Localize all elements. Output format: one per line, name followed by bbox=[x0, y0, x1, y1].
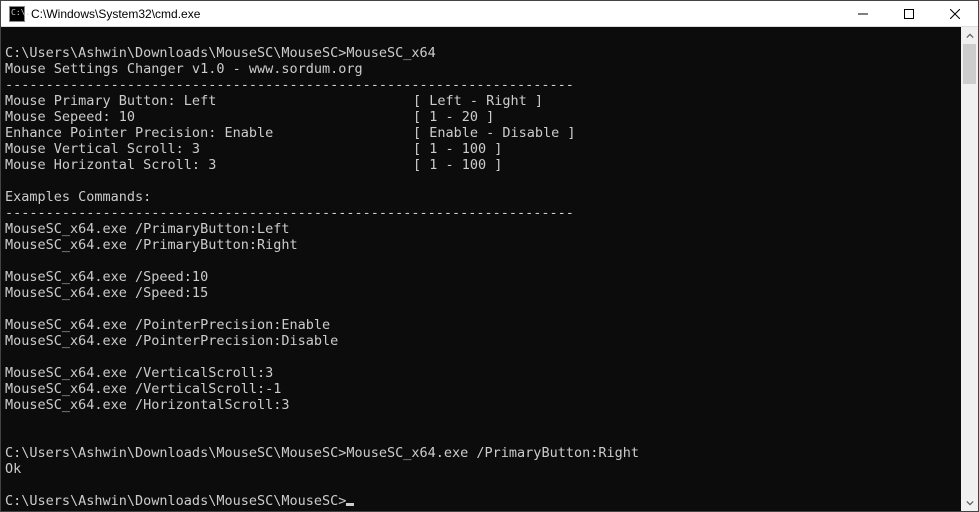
separator: ----------------------------------------… bbox=[5, 77, 957, 93]
blank-line bbox=[5, 349, 957, 365]
scroll-thumb[interactable] bbox=[963, 44, 976, 84]
prompt-path: C:\Users\Ashwin\Downloads\MouseSC\MouseS… bbox=[5, 493, 346, 509]
example-line: MouseSC_x64.exe /VerticalScroll:-1 bbox=[5, 381, 957, 397]
console-output[interactable]: C:\Users\Ashwin\Downloads\MouseSC\MouseS… bbox=[1, 27, 961, 511]
vertical-scrollbar[interactable] bbox=[961, 27, 978, 511]
cmd-window: C:\. C:\Windows\System32\cmd.exe C:\User… bbox=[0, 0, 979, 512]
setting-range: [ 1 - 100 ] bbox=[413, 157, 502, 173]
setting-hscroll: Mouse Horizontal Scroll: 3[ 1 - 100 ] bbox=[5, 157, 957, 173]
setting-label: Mouse Vertical Scroll: 3 bbox=[5, 141, 413, 157]
scroll-down-arrow-icon[interactable] bbox=[961, 494, 978, 511]
example-line: MouseSC_x64.exe /Speed:15 bbox=[5, 285, 957, 301]
separator: ----------------------------------------… bbox=[5, 205, 957, 221]
example-line: MouseSC_x64.exe /PointerPrecision:Enable bbox=[5, 317, 957, 333]
blank-line bbox=[5, 429, 957, 445]
blank-line bbox=[5, 173, 957, 189]
minimize-button[interactable] bbox=[840, 1, 886, 26]
example-line: MouseSC_x64.exe /PointerPrecision:Disabl… bbox=[5, 333, 957, 349]
command-text: MouseSC_x64 bbox=[346, 45, 435, 61]
examples-header: Examples Commands: bbox=[5, 189, 957, 205]
command-result: Ok bbox=[5, 461, 957, 477]
setting-range: [ Left - Right ] bbox=[413, 93, 543, 109]
example-line: MouseSC_x64.exe /Speed:10 bbox=[5, 269, 957, 285]
blank-line bbox=[5, 413, 957, 429]
cmd-icon: C:\. bbox=[9, 6, 25, 22]
prompt-current: C:\Users\Ashwin\Downloads\MouseSC\MouseS… bbox=[5, 493, 957, 509]
titlebar[interactable]: C:\. C:\Windows\System32\cmd.exe bbox=[1, 1, 978, 27]
prompt-path: C:\Users\Ashwin\Downloads\MouseSC\MouseS… bbox=[5, 45, 346, 61]
setting-range: [ 1 - 100 ] bbox=[413, 141, 502, 157]
console-area: C:\Users\Ashwin\Downloads\MouseSC\MouseS… bbox=[1, 27, 978, 511]
close-button[interactable] bbox=[932, 1, 978, 26]
setting-speed: Mouse Sepeed: 10[ 1 - 20 ] bbox=[5, 109, 957, 125]
cursor-icon bbox=[346, 503, 354, 506]
prompt-line: C:\Users\Ashwin\Downloads\MouseSC\MouseS… bbox=[5, 445, 957, 461]
setting-label: Mouse Primary Button: Left bbox=[5, 93, 413, 109]
example-line: MouseSC_x64.exe /PrimaryButton:Right bbox=[5, 237, 957, 253]
setting-label: Enhance Pointer Precision: Enable bbox=[5, 125, 413, 141]
setting-range: [ Enable - Disable ] bbox=[413, 125, 576, 141]
blank-line bbox=[5, 301, 957, 317]
setting-primary: Mouse Primary Button: Left[ Left - Right… bbox=[5, 93, 957, 109]
blank-line bbox=[5, 253, 957, 269]
app-header: Mouse Settings Changer v1.0 - www.sordum… bbox=[5, 61, 957, 77]
command-text: MouseSC_x64.exe /PrimaryButton:Right bbox=[346, 445, 639, 461]
setting-label: Mouse Horizontal Scroll: 3 bbox=[5, 157, 413, 173]
example-line: MouseSC_x64.exe /HorizontalScroll:3 bbox=[5, 397, 957, 413]
example-line: MouseSC_x64.exe /PrimaryButton:Left bbox=[5, 221, 957, 237]
console-line bbox=[5, 29, 957, 45]
prompt-path: C:\Users\Ashwin\Downloads\MouseSC\MouseS… bbox=[5, 445, 346, 461]
window-title: C:\Windows\System32\cmd.exe bbox=[31, 7, 840, 21]
window-controls bbox=[840, 1, 978, 26]
setting-vscroll: Mouse Vertical Scroll: 3[ 1 - 100 ] bbox=[5, 141, 957, 157]
example-line: MouseSC_x64.exe /VerticalScroll:3 bbox=[5, 365, 957, 381]
prompt-line: C:\Users\Ashwin\Downloads\MouseSC\MouseS… bbox=[5, 45, 957, 61]
blank-line bbox=[5, 477, 957, 493]
maximize-button[interactable] bbox=[886, 1, 932, 26]
setting-label: Mouse Sepeed: 10 bbox=[5, 109, 413, 125]
scroll-up-arrow-icon[interactable] bbox=[961, 27, 978, 44]
setting-range: [ 1 - 20 ] bbox=[413, 109, 494, 125]
scroll-track[interactable] bbox=[961, 44, 978, 494]
setting-precision: Enhance Pointer Precision: Enable[ Enabl… bbox=[5, 125, 957, 141]
